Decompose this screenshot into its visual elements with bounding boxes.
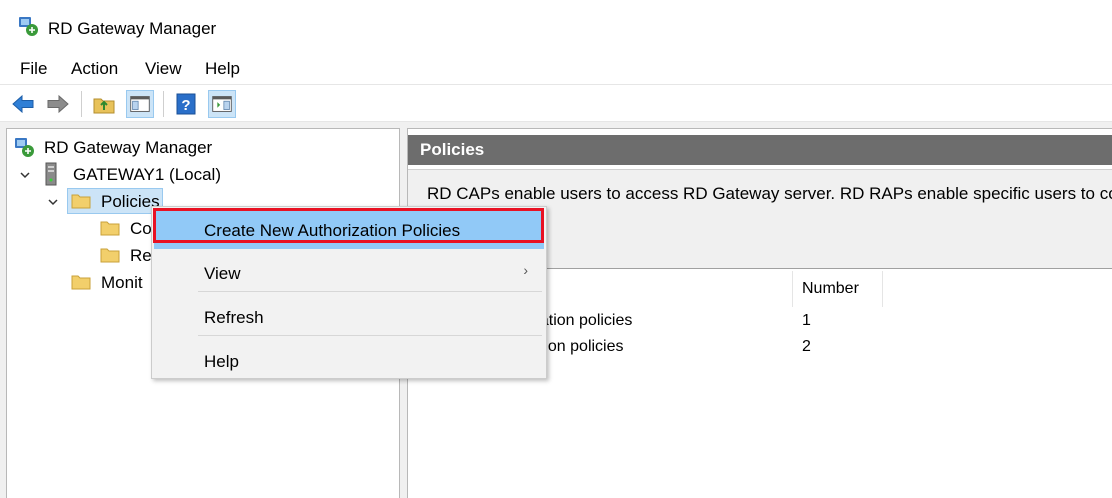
folder-icon (71, 194, 91, 209)
forward-arrow-icon[interactable] (44, 90, 72, 118)
tree-node-server[interactable]: GATEWAY1 (Local) (73, 165, 221, 185)
menu-help[interactable]: Help (205, 59, 240, 79)
server-icon (45, 162, 57, 186)
table-row-number: 2 (802, 338, 811, 355)
rd-gateway-app-icon (19, 17, 38, 36)
window-title: RD Gateway Manager (48, 19, 217, 38)
annotation-highlight-box (153, 208, 544, 243)
toolbar: ? (0, 84, 1112, 122)
help-icon[interactable]: ? (172, 90, 200, 118)
menu-separator (198, 291, 542, 292)
title-bar: RD Gateway Manager (0, 0, 1112, 52)
table-row-number: 1 (802, 312, 811, 329)
show-hide-tree-icon[interactable] (126, 90, 154, 118)
column-divider (882, 271, 883, 307)
toolbar-separator (81, 91, 82, 117)
rd-gateway-app-icon (15, 138, 34, 157)
description-text: RD CAPs enable users to access RD Gatewa… (427, 184, 1112, 203)
chevron-down-icon[interactable] (19, 169, 31, 181)
context-item-view-label: View (204, 264, 241, 283)
submenu-arrow-icon: › (523, 262, 528, 278)
panel-header: Policies (408, 135, 1112, 165)
menu-action[interactable]: Action (71, 59, 118, 79)
context-item-refresh[interactable]: Refresh (154, 296, 544, 336)
folder-icon (71, 275, 91, 290)
column-header-number[interactable]: Number (802, 280, 859, 298)
folder-icon (100, 221, 120, 236)
folder-icon (100, 248, 120, 263)
back-arrow-icon[interactable] (9, 90, 37, 118)
tree-node-monitoring[interactable]: Monit (101, 273, 143, 293)
menu-separator (198, 335, 542, 336)
toolbar-separator (163, 91, 164, 117)
svg-text:?: ? (181, 97, 190, 114)
up-folder-icon[interactable] (90, 90, 118, 118)
menu-view[interactable]: View (145, 59, 182, 79)
menu-bar: File Action View Help (0, 56, 1112, 82)
tree-node-connection-policies[interactable]: Co (130, 219, 152, 239)
menu-file[interactable]: File (20, 59, 47, 79)
tree-node-resource-policies[interactable]: Re (130, 246, 152, 266)
tree-node-root[interactable]: RD Gateway Manager (44, 138, 212, 158)
context-item-view[interactable]: View › (154, 252, 544, 292)
show-hide-action-pane-icon[interactable] (208, 90, 236, 118)
chevron-down-icon[interactable] (47, 196, 59, 208)
context-item-help[interactable]: Help (154, 340, 544, 380)
column-divider (792, 271, 793, 307)
